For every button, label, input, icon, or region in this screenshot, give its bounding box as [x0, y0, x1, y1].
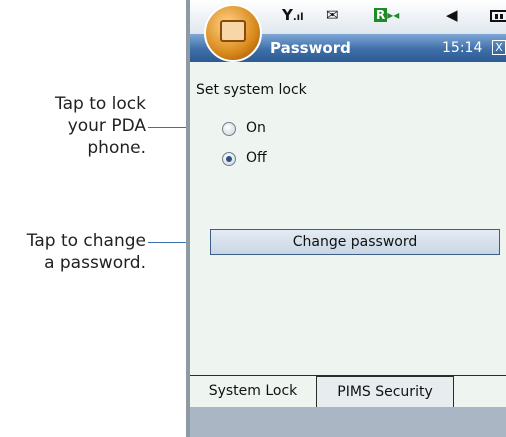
pda-screen: Y.ıl ✉ R ▸◂ ◀ Password 15:14 X Set system… [186, 0, 506, 437]
lock-callout-line3: phone. [87, 138, 146, 158]
tab-system-lock[interactable]: System Lock [190, 376, 316, 408]
clock-time: 15:14 [442, 40, 483, 56]
section-label: Set system lock [196, 82, 307, 98]
signal-icon: Y.ıl [282, 6, 304, 24]
lock-callout-line2: your PDA [67, 116, 146, 136]
lock-callout-line1: Tap to lock [55, 94, 146, 114]
network-icon: R ▸◂ [374, 8, 400, 22]
lock-callout: Tap to lock your PDA phone. [0, 93, 146, 159]
tab-pims-security[interactable]: PIMS Security [316, 376, 454, 408]
tab-bar: System Lock PIMS Security [190, 375, 506, 408]
battery-icon [490, 10, 506, 22]
folder-icon [220, 20, 246, 42]
command-bar [190, 407, 506, 437]
password-panel: Set system lock On Off Change password [190, 62, 506, 377]
window-title: Password [270, 39, 351, 57]
message-icon[interactable]: ✉ [326, 6, 339, 24]
radio-off[interactable] [222, 152, 236, 166]
close-icon[interactable]: X [492, 40, 506, 55]
change-callout: Tap to change a password. [0, 230, 146, 274]
start-menu-icon[interactable] [204, 4, 262, 62]
change-callout-line2: a password. [44, 253, 146, 273]
radio-on-label[interactable]: On [246, 120, 266, 136]
radio-off-label[interactable]: Off [246, 150, 267, 166]
volume-icon[interactable]: ◀ [446, 6, 458, 24]
radio-on[interactable] [222, 122, 236, 136]
change-password-button[interactable]: Change password [210, 229, 500, 255]
change-callout-line1: Tap to change [26, 231, 146, 251]
